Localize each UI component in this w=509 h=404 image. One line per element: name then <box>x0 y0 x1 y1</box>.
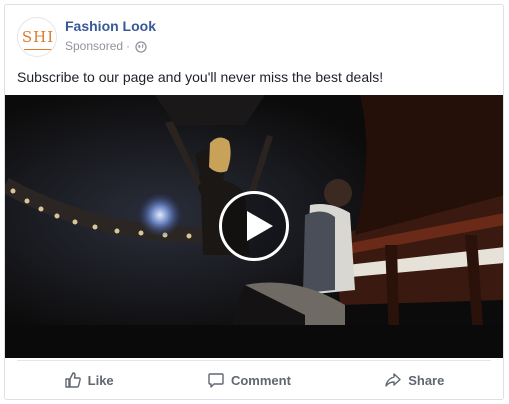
post-meta: Sponsored · <box>65 39 147 54</box>
avatar-logo-underline <box>24 49 52 50</box>
post-message: Subscribe to our page and you'll never m… <box>17 69 384 85</box>
video-player[interactable] <box>5 95 503 358</box>
post-header: SHI Fashion Look Sponsored · <box>5 5 503 65</box>
play-button[interactable] <box>219 191 289 261</box>
like-button[interactable]: Like <box>54 365 124 395</box>
comment-icon <box>208 373 224 388</box>
page-name-link[interactable]: Fashion Look <box>65 18 156 35</box>
comment-button[interactable]: Comment <box>197 365 301 395</box>
sponsored-label[interactable]: Sponsored <box>65 39 123 54</box>
share-icon <box>385 373 401 387</box>
globe-icon[interactable] <box>135 40 147 53</box>
share-label: Share <box>408 372 445 388</box>
thumbs-up-icon <box>64 372 81 388</box>
comment-label: Comment <box>230 372 291 388</box>
post-actions-bar: Like Comment Share <box>17 360 491 399</box>
avatar-logo-text: SHI <box>21 28 55 46</box>
sponsored-post-card: SHI Fashion Look Sponsored · Subscribe t… <box>4 4 504 400</box>
share-button[interactable]: Share <box>374 365 454 395</box>
page-avatar[interactable]: SHI <box>17 17 57 57</box>
play-icon <box>247 211 273 241</box>
like-label: Like <box>87 372 114 388</box>
meta-separator: · <box>126 39 131 53</box>
